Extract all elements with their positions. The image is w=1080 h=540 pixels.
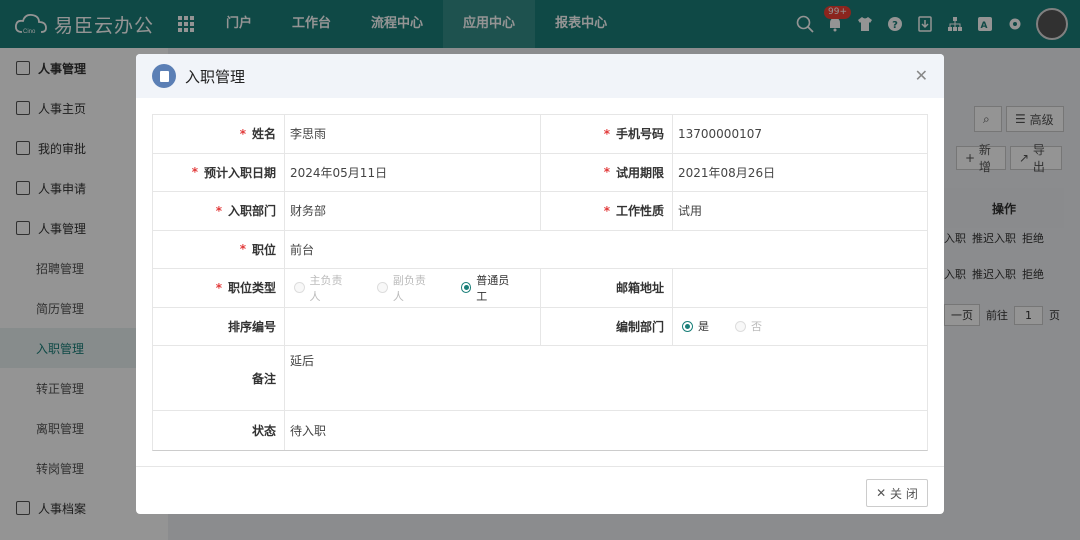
email-label: 邮箱地址 [541, 269, 673, 307]
staffing-label: 编制部门 [541, 307, 673, 345]
phone-value: 13700000107 [678, 126, 762, 141]
onboarding-form: * 姓名 李思雨 * 手机号码 13700000107 * 预计入职日期 2024年0… [152, 114, 928, 451]
email-value [673, 269, 927, 307]
onboarding-modal: 入职管理 ✕ * 姓名 李思雨 * 手机号码 13700000107 * 预计入职日期… [136, 54, 944, 514]
form-row: * 预计入职日期 2024年05月11日 * 试用期限 2021年08月26日 [153, 153, 927, 192]
form-row: * 姓名 李思雨 * 手机号码 13700000107 [153, 115, 927, 154]
status-value: 待入职 [290, 423, 327, 438]
status-label: 状态 [153, 411, 285, 450]
radio-no[interactable]: 否 [735, 318, 762, 334]
radio-staff[interactable]: 普通员工 [460, 272, 518, 304]
dept-label: * 入职部门 [153, 192, 285, 230]
entry-date-value: 2024年05月11日 [285, 153, 541, 191]
phone-label: * 手机号码 [541, 115, 673, 153]
sort-label: 排序编号 [153, 307, 285, 345]
modal-header: 入职管理 ✕ [136, 54, 944, 98]
work-nature-label: * 工作性质 [541, 192, 673, 230]
radio-deputy-head[interactable]: 副负责人 [377, 272, 434, 304]
position-value: 前台 [290, 242, 315, 257]
modal-footer: ✕ 关 闭 [136, 466, 944, 514]
position-type-label: * 职位类型 [153, 269, 285, 307]
remark-label: 备注 [153, 346, 285, 410]
staffing-group: 是 否 [673, 308, 927, 346]
position-label: * 职位 [153, 230, 285, 268]
close-icon[interactable]: ✕ [915, 66, 928, 85]
probation-label: * 试用期限 [541, 153, 673, 191]
dept-value: 财务部 [285, 192, 541, 230]
radio-main-head[interactable]: 主负责人 [294, 272, 351, 304]
form-row: * 入职部门 财务部 * 工作性质 试用 [153, 192, 927, 231]
name-value: 李思雨 [285, 115, 541, 153]
form-row: 备注 延后 [153, 346, 927, 411]
document-icon [152, 64, 176, 88]
close-icon: ✕ [876, 486, 887, 500]
form-row: * 职位 前台 [153, 230, 927, 269]
remark-value: 延后 [290, 354, 315, 368]
form-row: * 职位类型 主负责人 副负责人 普通员工 邮箱地址 [153, 269, 927, 308]
form-row: 状态 待入职 [153, 411, 927, 450]
position-type-group: 主负责人 副负责人 普通员工 [285, 269, 541, 307]
sort-value [285, 307, 541, 345]
form-row: 排序编号 编制部门 是 否 [153, 307, 927, 346]
entry-date-label: * 预计入职日期 [153, 153, 285, 191]
modal-title: 入职管理 [185, 67, 246, 86]
probation-value: 2021年08月26日 [678, 165, 776, 180]
name-label: * 姓名 [153, 115, 285, 153]
radio-yes[interactable]: 是 [682, 318, 709, 334]
close-button[interactable]: ✕ 关 闭 [866, 479, 928, 507]
work-nature-value: 试用 [678, 204, 703, 219]
